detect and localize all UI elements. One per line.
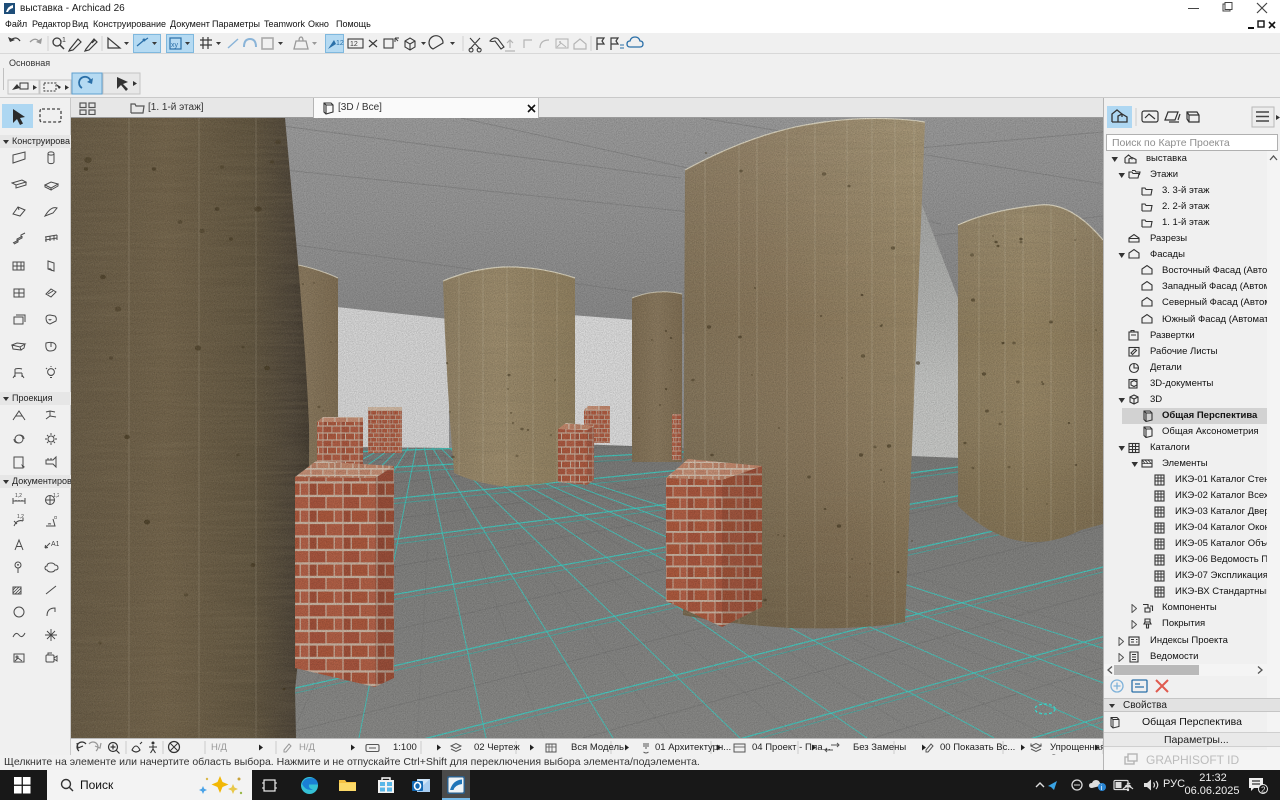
svg-text:xy: xy	[171, 42, 179, 49]
svg-text:1,2: 1,2	[17, 514, 24, 520]
svg-text:α: α	[54, 515, 57, 521]
svg-text:12: 12	[336, 40, 344, 47]
svg-text:1,2: 1,2	[53, 493, 59, 499]
svg-text:A1: A1	[51, 541, 59, 548]
svg-text:1: 1	[62, 37, 66, 44]
svg-text:1,2: 1,2	[15, 493, 22, 499]
svg-text:2: 2	[1261, 786, 1266, 795]
svg-text:12: 12	[350, 41, 358, 48]
